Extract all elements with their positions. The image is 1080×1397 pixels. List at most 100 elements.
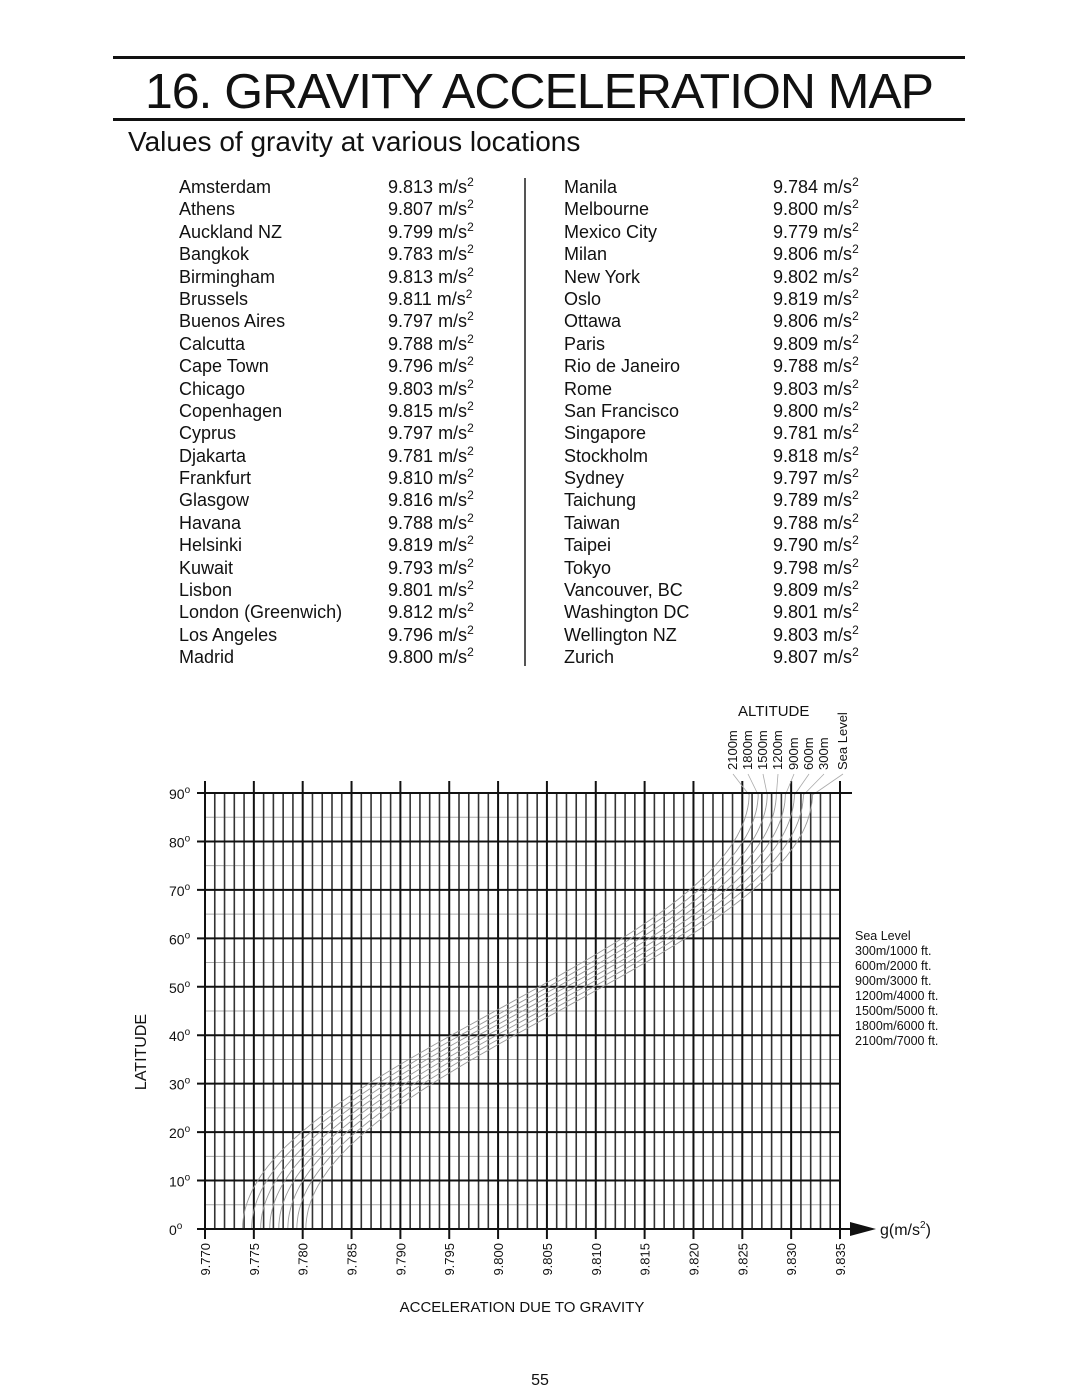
location-gravity-value: 9.803 m/s2: [773, 624, 859, 646]
gravity-unit-exponent: 2: [852, 555, 859, 570]
location-row: Brussels 9.811 m/s2: [179, 288, 509, 310]
location-gravity-value: 9.797 m/s2: [773, 467, 859, 489]
gravity-number: 9.809: [773, 580, 819, 601]
location-city: Melbourne: [564, 199, 650, 220]
gravity-unit-exponent: 2: [852, 578, 859, 593]
location-row: Cyprus 9.797 m/s2: [179, 422, 509, 444]
gravity-unit: m/s: [438, 378, 468, 399]
gravity-number: 9.789: [773, 490, 819, 511]
location-gravity-value: 9.816 m/s2: [388, 489, 474, 511]
gravity-number: 9.803: [388, 378, 434, 399]
x-tick-label: 9.825: [735, 1243, 750, 1276]
location-city: Rio de Janeiro: [564, 356, 681, 377]
location-gravity-value: 9.781 m/s2: [773, 422, 859, 444]
y-tick-labels: 0o 10o 20o 30o 40o 50o 60o 70o 80o 90o: [169, 785, 191, 1238]
gravity-number: 9.818: [773, 445, 819, 466]
location-city: Sydney: [564, 468, 625, 489]
gravity-unit: m/s: [823, 266, 853, 287]
gravity-table-left: Amsterdam 9.813 m/s2 Athens 9.807 m/s2 Auckl…: [179, 176, 509, 669]
gravity-number: 9.800: [773, 199, 819, 220]
gravity-unit-exponent: 2: [852, 443, 859, 458]
location-row: Wellington NZ 9.803 m/s2: [564, 624, 894, 646]
location-city: Washington DC: [564, 602, 690, 623]
location-row: Vancouver, BC 9.809 m/s2: [564, 579, 894, 601]
y-tick-label: 30o: [169, 1076, 191, 1093]
gravity-unit: m/s: [436, 288, 466, 309]
location-city: Taichung: [564, 490, 637, 511]
gravity-unit-exponent: 2: [852, 645, 859, 660]
gravity-unit-exponent: 2: [852, 421, 859, 436]
section-subtitle: Values of gravity at various locations: [128, 126, 581, 157]
gravity-unit: m/s: [823, 333, 853, 354]
y-tick-label: 90o: [169, 785, 191, 802]
location-row: Glasgow 9.816 m/s2: [179, 489, 509, 511]
gravity-number: 9.812: [388, 602, 434, 623]
altitude-label: 2100m: [725, 730, 740, 770]
title-rule-bottom: [113, 118, 965, 121]
gravity-unit-exponent: 2: [467, 175, 474, 189]
location-row: Chicago 9.803 m/s2: [179, 378, 509, 400]
location-city: Tokyo: [564, 557, 612, 578]
gravity-unit: m/s: [823, 378, 853, 399]
gravity-unit-exponent: 2: [467, 197, 474, 212]
location-city: Helsinki: [179, 535, 243, 556]
gravity-number: 9.813: [388, 266, 434, 287]
location-row: Milan 9.806 m/s2: [564, 243, 894, 265]
location-row: New York 9.802 m/s2: [564, 266, 894, 288]
gravity-number: 9.797: [388, 311, 434, 332]
location-row: Paris 9.809 m/s2: [564, 333, 894, 355]
gravity-unit-exponent: 2: [467, 645, 474, 660]
x-tick-label: 9.805: [540, 1243, 555, 1276]
altitude-label: 1500m: [755, 730, 770, 770]
altitude-leader-line: [775, 773, 779, 796]
location-city: Wellington NZ: [564, 624, 677, 645]
gravity-number: 9.807: [773, 647, 819, 668]
y-tick-label: 60o: [169, 930, 191, 947]
location-row: Tokyo 9.798 m/s2: [564, 557, 894, 579]
gravity-number: 9.796: [388, 624, 434, 645]
gravity-unit-exponent: 2: [852, 286, 859, 301]
location-city: Mexico City: [564, 221, 658, 242]
location-city: Havana: [179, 512, 242, 533]
x-tick-label: 9.830: [784, 1243, 799, 1276]
location-row: Djakarta 9.781 m/s2: [179, 445, 509, 467]
location-gravity-value: 9.806 m/s2: [773, 310, 859, 332]
location-row: Melbourne 9.800 m/s2: [564, 198, 894, 220]
location-row: San Francisco 9.800 m/s2: [564, 400, 894, 422]
gravity-unit: m/s: [438, 557, 468, 578]
location-gravity-value: 9.809 m/s2: [773, 579, 859, 601]
gravity-unit-exponent: 2: [852, 376, 859, 391]
gravity-unit: m/s: [438, 311, 468, 332]
gravity-unit-exponent: 2: [465, 286, 473, 301]
altitude-label: 300m: [816, 737, 831, 770]
location-city: Glasgow: [179, 490, 250, 511]
gravity-unit: m/s: [438, 624, 468, 645]
gravity-unit: m/s: [823, 311, 853, 332]
gravity-unit-exponent: 2: [467, 578, 474, 593]
gravity-unit-exponent: 2: [467, 376, 474, 391]
gravity-unit: m/s: [823, 535, 853, 556]
gravity-number: 9.797: [388, 423, 434, 444]
location-row: Bangkok 9.783 m/s2: [179, 243, 509, 265]
gravity-unit: m/s: [823, 624, 853, 645]
gravity-unit-exponent: 2: [467, 421, 474, 436]
gravity-number: 9.811: [388, 288, 432, 309]
location-row: Singapore 9.781 m/s2: [564, 422, 894, 444]
x-tick-label: 9.770: [198, 1243, 213, 1276]
location-row: Helsinki 9.819 m/s2: [179, 534, 509, 556]
gravity-number: 9.802: [773, 266, 819, 287]
gravity-unit: m/s: [438, 221, 468, 242]
gravity-number: 9.793: [388, 557, 434, 578]
location-gravity-value: 9.800 m/s2: [773, 400, 859, 422]
gravity-unit: m/s: [438, 333, 468, 354]
gravity-unit-exponent: 2: [852, 264, 859, 279]
gravity-unit-exponent: 2: [467, 219, 474, 234]
location-city: Manila: [564, 177, 618, 197]
location-city: Taipei: [564, 535, 612, 556]
gravity-unit: m/s: [823, 602, 853, 623]
x-tick-label: 9.785: [345, 1243, 360, 1276]
gravity-number: 9.819: [388, 535, 434, 556]
location-gravity-value: 9.813 m/s2: [388, 266, 474, 288]
location-gravity-value: 9.783 m/s2: [388, 243, 474, 265]
gravity-unit-exponent: 2: [852, 354, 859, 369]
